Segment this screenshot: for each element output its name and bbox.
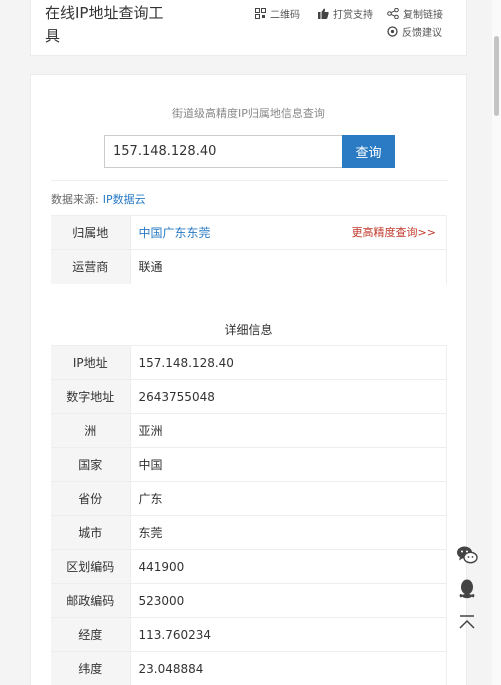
table-row: 国家 中国: [51, 447, 447, 482]
share-icon: [387, 8, 399, 19]
summary-table: 归属地 中国广东东莞 更高精度查询>> 运营商 联通: [51, 215, 447, 284]
row-key: 省份: [51, 481, 131, 516]
row-key: 洲: [51, 413, 131, 448]
data-source: 数据来源: IP数据云: [51, 191, 146, 207]
row-key: 经度: [51, 617, 131, 652]
row-value: 441900: [130, 549, 447, 584]
divider: [51, 180, 448, 181]
copy-link-label: 复制链接: [403, 10, 443, 21]
table-row: 纬度 23.048884: [51, 651, 447, 685]
row-value: 2643755048: [130, 379, 447, 414]
copy-link-button[interactable]: 复制链接: [387, 6, 443, 21]
feedback-label: 反馈建议: [402, 28, 442, 39]
row-key: 国家: [51, 447, 131, 482]
qrcode-label: 二维码: [270, 10, 300, 21]
source-link[interactable]: IP数据云: [103, 193, 146, 206]
header-card: 在线IP地址查询工具 二维码 打赏支持 复制链接 反馈建议: [30, 0, 467, 56]
higher-precision-link[interactable]: 更高精度查询>>: [352, 224, 436, 240]
row-value: 中国广东东莞 更高精度查询>>: [130, 215, 447, 250]
qrcode-button[interactable]: 二维码: [255, 6, 300, 21]
page-scrollbar[interactable]: [492, 0, 501, 685]
table-row: 省份 广东: [51, 481, 447, 516]
search-form: 查询: [104, 135, 395, 168]
row-key: 归属地: [51, 215, 131, 250]
feedback-icon: [387, 26, 398, 37]
wechat-icon[interactable]: [456, 544, 478, 566]
row-value: 亚洲: [130, 413, 447, 448]
detail-table: IP地址 157.148.128.40 数字地址 2643755048 洲亚洲 国家…: [51, 345, 447, 685]
ip-search-input[interactable]: [104, 135, 342, 168]
back-to-top-icon[interactable]: [456, 612, 478, 634]
support-button[interactable]: 打赏支持: [318, 6, 373, 21]
table-row: IP地址 157.148.128.40: [51, 345, 447, 380]
search-subtitle: 街道级高精度IP归属地信息查询: [172, 107, 325, 120]
support-label: 打赏支持: [333, 10, 373, 21]
row-value: 157.148.128.40: [130, 345, 447, 380]
location-link[interactable]: 中国广东东莞: [139, 226, 211, 240]
qrcode-icon: [255, 8, 266, 19]
row-value: 东莞: [130, 515, 447, 550]
row-value: 联通: [130, 249, 447, 284]
row-value: 23.048884: [130, 651, 447, 685]
row-key: 数字地址: [51, 379, 131, 414]
table-row: 城市 东莞: [51, 515, 447, 550]
row-value: 113.760234: [130, 617, 447, 652]
search-button[interactable]: 查询: [342, 135, 395, 168]
feedback-button[interactable]: 反馈建议: [387, 24, 442, 39]
floating-toolbar: [456, 544, 480, 646]
qq-icon[interactable]: [456, 578, 478, 600]
row-key: 区划编码: [51, 549, 131, 584]
table-row: 经度 113.760234: [51, 617, 447, 652]
row-key: IP地址: [51, 345, 131, 380]
table-row: 区划编码 441900: [51, 549, 447, 584]
row-key: 邮政编码: [51, 583, 131, 618]
row-key: 纬度: [51, 651, 131, 685]
row-value: 中国: [130, 447, 447, 482]
source-label: 数据来源:: [51, 193, 99, 206]
table-row: 运营商 联通: [51, 249, 447, 284]
table-row: 邮政编码 523000: [51, 583, 447, 618]
row-value: 523000: [130, 583, 447, 618]
table-row: 归属地 中国广东东莞 更高精度查询>>: [51, 215, 447, 250]
scrollbar-thumb[interactable]: [494, 36, 499, 116]
detail-title: 详细信息: [224, 323, 273, 337]
row-key: 城市: [51, 515, 131, 550]
header-tools: 二维码 打赏支持 复制链接 反馈建议: [252, 6, 452, 46]
row-value: 广东: [130, 481, 447, 516]
main-card: 街道级高精度IP归属地信息查询 查询 数据来源: IP数据云 归属地 中国广东东莞…: [30, 74, 467, 685]
table-row: 数字地址 2643755048: [51, 379, 447, 414]
row-key: 运营商: [51, 249, 131, 284]
app-title: 在线IP地址查询工具: [45, 4, 164, 45]
table-row: 洲亚洲: [51, 413, 447, 448]
thumbs-up-icon: [318, 8, 329, 19]
